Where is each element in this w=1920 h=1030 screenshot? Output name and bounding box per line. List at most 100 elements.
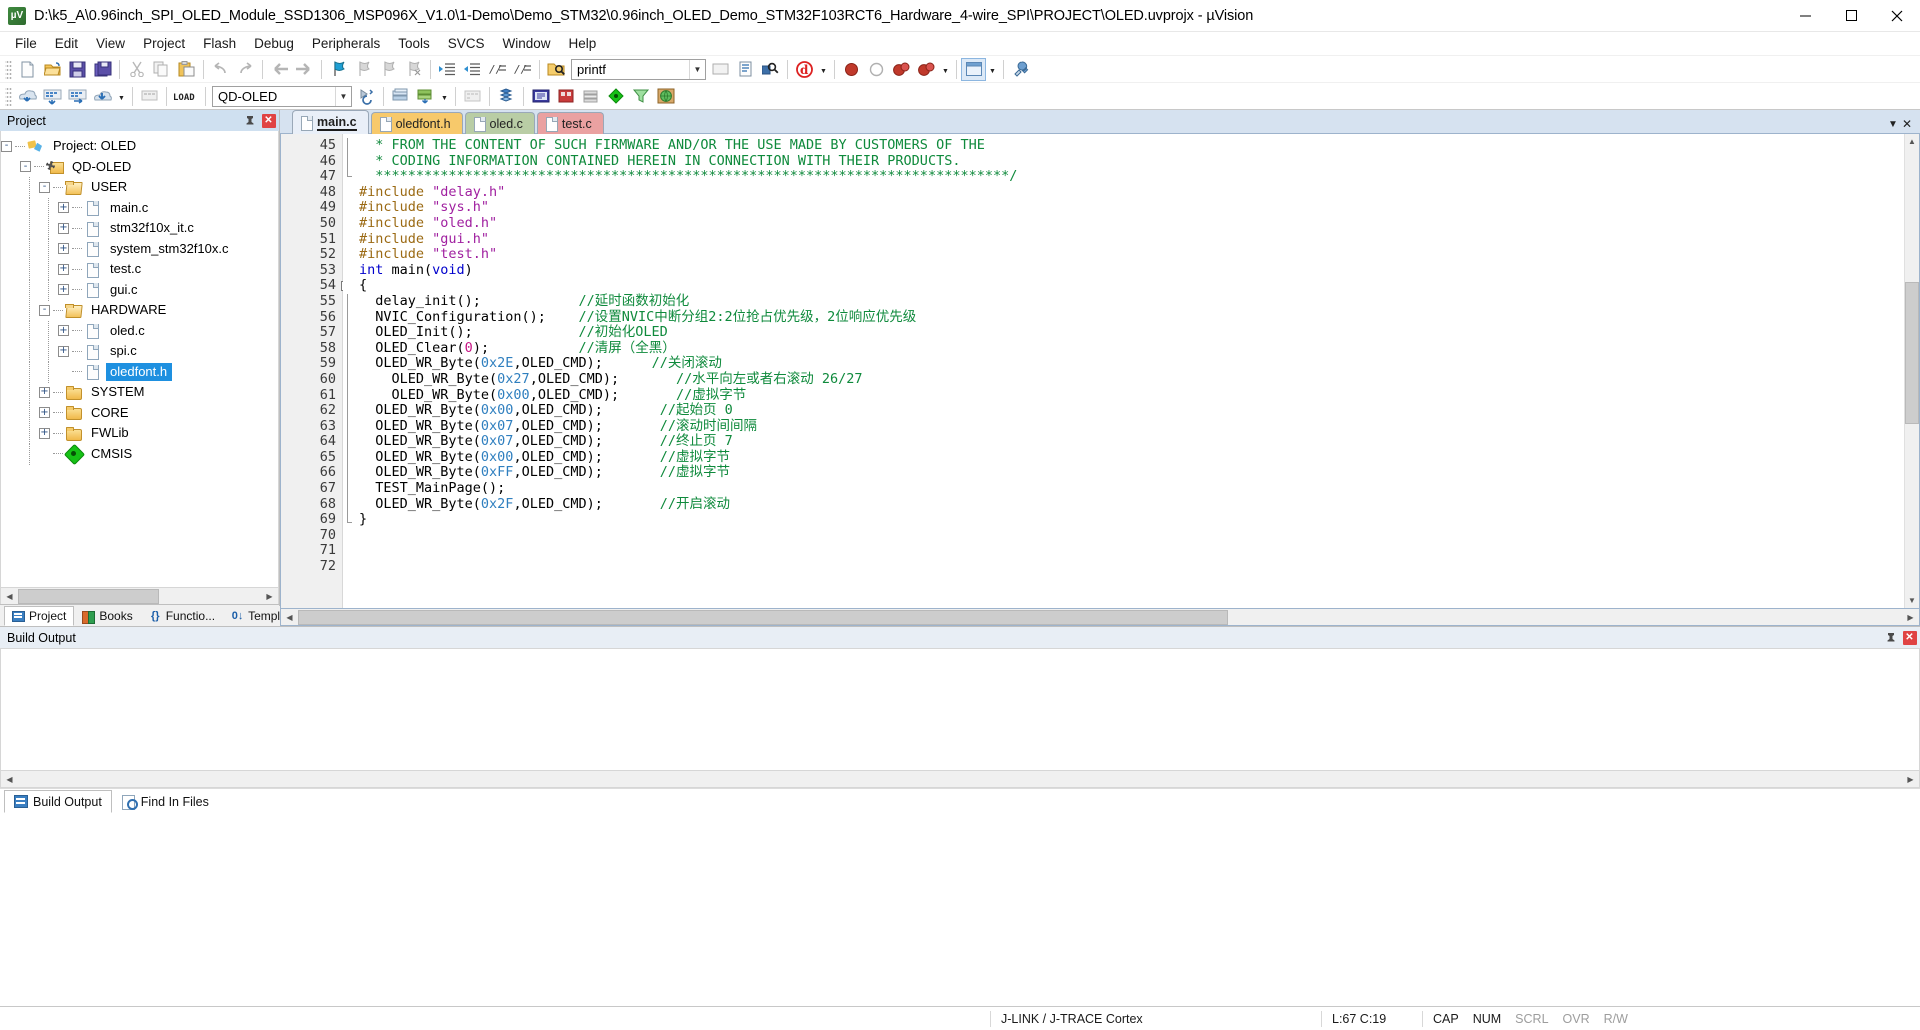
download-icon[interactable]: LOAD <box>171 85 201 108</box>
undo-icon[interactable] <box>208 58 233 81</box>
cut-icon[interactable] <box>124 58 149 81</box>
collapse-toggle-icon[interactable]: - <box>39 304 50 316</box>
scroll-thumb[interactable] <box>298 609 1229 625</box>
debug-session-icon[interactable]: d <box>792 58 817 81</box>
batch-build-icon[interactable] <box>90 85 115 108</box>
editor-body[interactable]: 45464748495051525354-5556575859606162636… <box>280 134 1920 609</box>
build-output-body[interactable]: ◀ ▶ <box>0 648 1920 788</box>
component-icon[interactable] <box>553 85 578 108</box>
filter-icon[interactable] <box>628 85 653 108</box>
project-panel-close-button[interactable]: ✕ <box>260 112 277 129</box>
editor-tab-main-c[interactable]: main.c <box>292 110 369 134</box>
menu-svcs[interactable]: SVCS <box>439 34 494 53</box>
tree-item-system-stm32f10x-c[interactable]: + system_stm32f10x.c <box>1 238 278 260</box>
editor-tabs-list-icon[interactable]: ▼ <box>1888 119 1898 130</box>
configure-icon[interactable] <box>1008 58 1033 81</box>
tab-functions[interactable]: {} Functio... <box>140 606 224 626</box>
tab-project[interactable]: Project <box>4 606 75 626</box>
manage-project-items-icon[interactable] <box>388 85 413 108</box>
bookmark-toggle-icon[interactable] <box>326 58 351 81</box>
globe-icon[interactable] <box>653 85 678 108</box>
tab-find-in-files[interactable]: Find In Files <box>112 790 219 813</box>
menu-edit[interactable]: Edit <box>46 34 87 53</box>
scroll-right-icon[interactable]: ▶ <box>261 588 278 604</box>
pin-icon[interactable] <box>1882 629 1899 646</box>
manage-run-time-env-icon[interactable] <box>460 85 485 108</box>
scroll-thumb[interactable] <box>1905 282 1919 425</box>
comment-icon[interactable]: // <box>485 58 510 81</box>
editor-tab-oledfont-h[interactable]: oledfont.h <box>370 112 463 134</box>
scroll-thumb[interactable] <box>18 588 159 604</box>
scroll-left-icon[interactable]: ◀ <box>1 588 18 604</box>
menu-debug[interactable]: Debug <box>245 34 303 53</box>
editor-hscrollbar[interactable]: ◀ ▶ <box>280 609 1920 626</box>
expand-toggle-icon[interactable]: + <box>58 222 69 234</box>
tree-item-fwlib[interactable]: + FWLib <box>1 423 278 445</box>
insert-bookmark-icon[interactable] <box>708 58 733 81</box>
paste-icon[interactable] <box>174 58 199 81</box>
expand-toggle-icon[interactable]: + <box>58 202 69 214</box>
window-layout-icon[interactable] <box>961 57 986 81</box>
scroll-track[interactable] <box>18 588 261 604</box>
navigate-back-icon[interactable] <box>267 58 292 81</box>
menu-window[interactable]: Window <box>493 34 559 53</box>
layout-dropdown-icon[interactable]: ▼ <box>986 58 999 81</box>
redo-icon[interactable] <box>233 58 258 81</box>
pin-icon[interactable] <box>241 112 258 129</box>
navigate-forward-icon[interactable] <box>292 58 317 81</box>
disable-breakpoint-icon[interactable] <box>864 58 889 81</box>
build-settings-icon[interactable] <box>528 85 553 108</box>
menu-project[interactable]: Project <box>134 34 194 53</box>
collapse-toggle-icon[interactable]: - <box>1 140 12 152</box>
source-browse-icon[interactable] <box>733 58 758 81</box>
tree-item-system[interactable]: + SYSTEM <box>1 382 278 404</box>
editor-close-icon[interactable]: ✕ <box>1902 117 1912 131</box>
scroll-track[interactable] <box>298 609 1902 625</box>
indent-icon[interactable] <box>435 58 460 81</box>
uncomment-icon[interactable]: // <box>510 58 535 81</box>
tree-item-user[interactable]: - USER <box>1 177 278 199</box>
project-tree[interactable]: - Project: OLED - QD-OLED - USER + main.c + stm32… <box>0 131 279 587</box>
scroll-track[interactable] <box>1905 149 1919 593</box>
breakpoint-icon[interactable] <box>839 58 864 81</box>
tree-item-core[interactable]: + CORE <box>1 402 278 424</box>
bookmark-prev-icon[interactable] <box>351 58 376 81</box>
expand-toggle-icon[interactable]: + <box>39 386 50 398</box>
rebuild-icon[interactable] <box>65 85 90 108</box>
build-output-hscrollbar[interactable]: ◀ ▶ <box>1 770 1919 787</box>
scroll-right-icon[interactable]: ▶ <box>1902 609 1919 625</box>
expand-toggle-icon[interactable]: + <box>58 284 69 296</box>
find-icon[interactable] <box>758 58 783 81</box>
toolbar-grip[interactable] <box>5 59 12 79</box>
save-icon[interactable] <box>65 58 90 81</box>
scroll-left-icon[interactable]: ◀ <box>281 609 298 625</box>
copy-icon[interactable] <box>149 58 174 81</box>
menu-file[interactable]: File <box>6 34 46 53</box>
bookmark-next-icon[interactable] <box>376 58 401 81</box>
menu-tools[interactable]: Tools <box>389 34 439 53</box>
expand-toggle-icon[interactable]: + <box>58 345 69 357</box>
disable-all-breakpoints-icon[interactable] <box>914 58 939 81</box>
open-file-icon[interactable] <box>40 58 65 81</box>
minimize-button[interactable] <box>1782 0 1828 32</box>
tree-item-hardware[interactable]: - HARDWARE <box>1 300 278 322</box>
chevron-down-icon[interactable]: ▼ <box>689 59 705 79</box>
target-options-icon[interactable] <box>354 85 379 108</box>
stop-build-icon[interactable] <box>137 85 162 108</box>
multi-project-build-icon[interactable] <box>494 85 519 108</box>
close-button[interactable] <box>1874 0 1920 32</box>
scroll-down-icon[interactable]: ▼ <box>1905 593 1919 608</box>
collapse-toggle-icon[interactable]: - <box>39 181 50 193</box>
tree-item-test-c[interactable]: + test.c <box>1 259 278 281</box>
find-combo[interactable]: printf ▼ <box>571 58 706 80</box>
tree-item-gui-c[interactable]: + gui.c <box>1 279 278 301</box>
tab-build-output[interactable]: Build Output <box>4 790 112 813</box>
target-selector[interactable]: QD-OLED ▼ <box>212 85 352 107</box>
tree-item-spi-c[interactable]: + spi.c <box>1 341 278 363</box>
expand-toggle-icon[interactable]: + <box>58 243 69 255</box>
save-all-icon[interactable] <box>90 58 115 81</box>
debug-dropdown-icon[interactable]: ▼ <box>817 58 830 81</box>
project-tree-hscrollbar[interactable]: ◀ ▶ <box>0 587 279 604</box>
stack-icon[interactable] <box>578 85 603 108</box>
editor-code[interactable]: * FROM THE CONTENT OF SUCH FIRMWARE AND/… <box>357 134 1904 608</box>
